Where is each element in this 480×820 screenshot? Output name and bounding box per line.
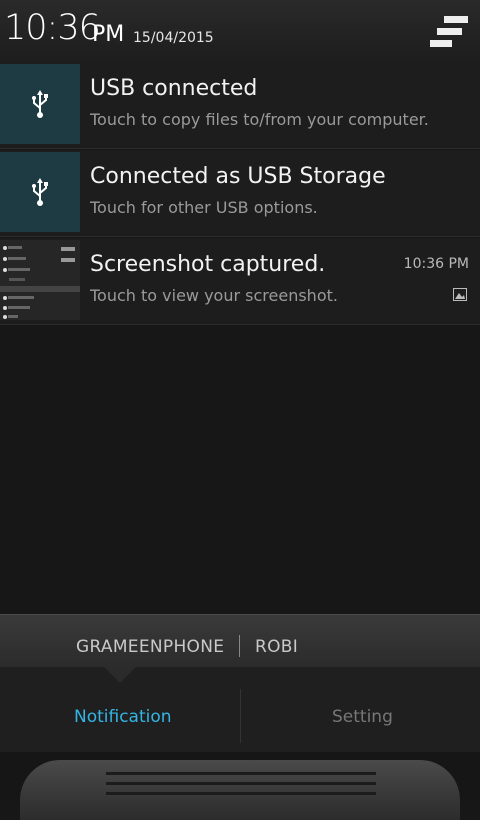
bottom-tabs: Notification Setting	[0, 667, 480, 752]
tab-pointer	[104, 667, 136, 683]
panel-drag-handle[interactable]	[0, 752, 480, 820]
notification-time: 10:36 PM	[403, 256, 469, 272]
carrier-bar: GRAMEENPHONE ROBI	[0, 614, 480, 668]
carrier-name-1: GRAMEENPHONE	[76, 637, 225, 657]
usb-icon	[32, 178, 48, 206]
carrier-divider	[239, 635, 240, 657]
notification-subtitle: Touch to copy files to/from your compute…	[90, 110, 429, 129]
notification-icon-tile	[0, 64, 80, 144]
notification-subtitle: Touch for other USB options.	[90, 198, 318, 217]
handle-grip-line	[106, 782, 376, 785]
tab-divider	[240, 689, 241, 743]
date-label: 15/04/2015	[133, 30, 214, 46]
handle-grip-line	[106, 792, 376, 795]
notification-title: Connected as USB Storage	[90, 164, 386, 189]
clock-time: 10:36	[4, 8, 101, 48]
notification-usb-connected[interactable]: USB connected Touch to copy files to/fro…	[0, 62, 480, 149]
quick-settings-toggle-icon[interactable]	[430, 16, 470, 48]
handle-shape	[20, 760, 460, 820]
screenshot-thumbnail	[0, 240, 80, 320]
tab-setting[interactable]: Setting	[332, 707, 393, 727]
notification-title: USB connected	[90, 76, 258, 101]
notification-title: Screenshot captured.	[90, 252, 326, 277]
status-header: 10:36 PM 15/04/2015	[0, 0, 480, 63]
notification-icon-tile	[0, 152, 80, 232]
notification-usb-storage[interactable]: Connected as USB Storage Touch for other…	[0, 150, 480, 237]
carrier-name-2: ROBI	[255, 637, 299, 657]
tab-notification[interactable]: Notification	[74, 707, 172, 727]
notification-screenshot[interactable]: Screenshot captured. Touch to view your …	[0, 238, 480, 325]
handle-grip-line	[106, 772, 376, 775]
clock-ampm: PM	[92, 22, 125, 47]
notification-subtitle: Touch to view your screenshot.	[90, 286, 338, 305]
image-icon	[453, 288, 467, 301]
usb-icon	[32, 90, 48, 118]
